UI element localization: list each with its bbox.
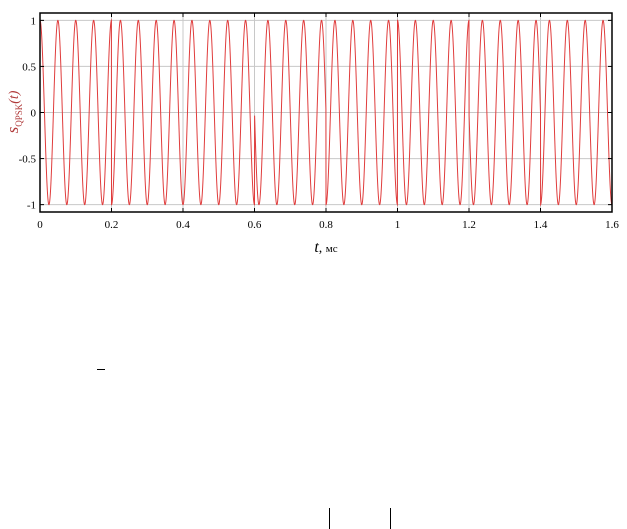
x-axis-unit: мс bbox=[326, 243, 338, 255]
y-tick-label: -1 bbox=[27, 200, 36, 212]
y-tick-label: 0 bbox=[31, 108, 37, 120]
x-tick-label: 1 bbox=[395, 219, 401, 231]
qpsk-chart: 0 0.2 0.4 0.6 0.8 1 1.2 1.4 1.6 1 0.5 0 -0.5 -1 t, м… bbox=[3, 12, 619, 256]
y-axis-subscript: QPSK bbox=[14, 103, 24, 127]
x-tick-label: 1.6 bbox=[605, 219, 619, 231]
figure: 0 0.2 0.4 0.6 0.8 1 1.2 1.4 1.6 1 0.5 0 -0.5 -1 t, м… bbox=[0, 0, 627, 529]
x-tick-labels: 0 0.2 0.4 0.6 0.8 1 1.2 1.4 1.6 bbox=[37, 219, 619, 231]
x-tick-label: 0.8 bbox=[319, 219, 333, 231]
y-axis-label: sQPSK(t) bbox=[3, 90, 24, 133]
x-tick-label: 0.2 bbox=[105, 219, 119, 231]
x-axis-label: t, мс bbox=[314, 239, 337, 256]
x-tick-label: 0.4 bbox=[176, 219, 190, 231]
y-axis-argument: (t) bbox=[7, 90, 22, 104]
x-tick-label: 0 bbox=[37, 219, 43, 231]
y-tick-label: -0.5 bbox=[19, 154, 37, 166]
x-tick-label: 1.2 bbox=[462, 219, 476, 231]
x-tick-label: 0.6 bbox=[248, 219, 262, 231]
x-tick-label: 1.4 bbox=[534, 219, 548, 231]
y-tick-label: 1 bbox=[31, 15, 37, 27]
y-tick-label: 0.5 bbox=[22, 61, 36, 73]
stray-vertical-mark bbox=[329, 508, 330, 529]
stray-vertical-mark bbox=[390, 508, 391, 529]
stray-dash bbox=[97, 369, 105, 370]
